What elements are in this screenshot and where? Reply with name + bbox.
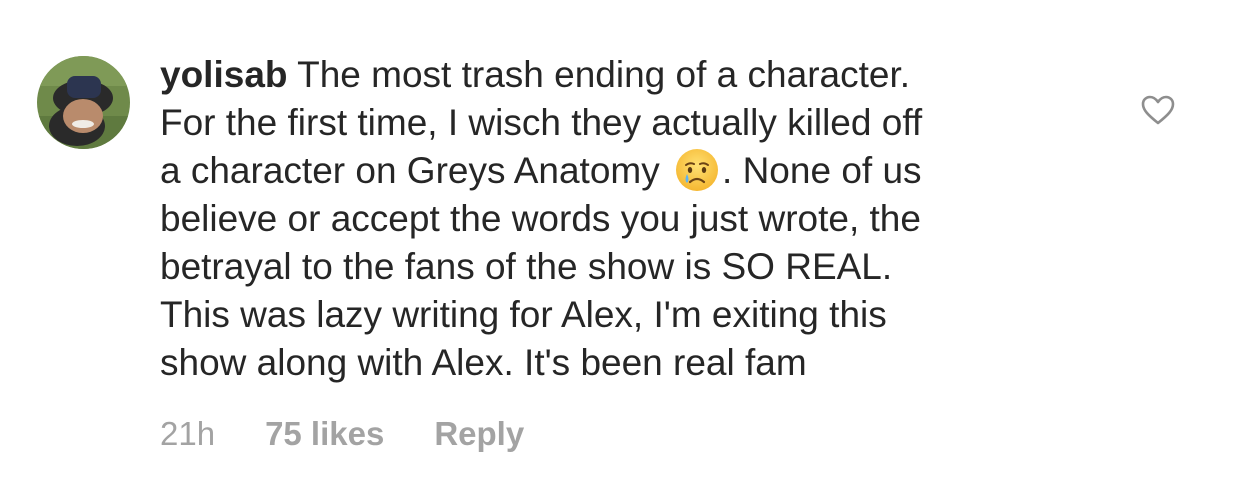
likes-count[interactable]: 75 likes [265,414,384,454]
comment-line: This was lazy writing for Alex, I'm exit… [160,294,887,335]
comment: yolisab The most trash ending of a chara… [0,0,1242,491]
avatar[interactable] [37,56,130,149]
crying-face-emoji [676,149,719,191]
comment-body: yolisab The most trash ending of a chara… [160,51,1090,387]
comment-line-text: The most trash ending of a character. [297,54,911,95]
comment-line: a character on Greys Anatomy . None of u… [160,147,1090,195]
comment-text: yolisab The most trash ending of a chara… [160,51,1090,387]
heart-outline-icon [1141,95,1175,125]
comment-line: yolisab The most trash ending of a chara… [160,51,1090,99]
comment-line: believe or accept the words you just wro… [160,198,921,239]
timestamp: 21h [160,415,216,452]
comment-line: show along with Alex. It's been real fam [160,342,807,383]
comment-meta: 21h 75 likes Reply [160,414,524,454]
comment-line: betrayal to the fans of the show is SO R… [160,246,893,287]
like-button[interactable] [1140,94,1176,126]
reply-button[interactable]: Reply [434,414,524,454]
comment-line-text: a character on Greys Anatomy [160,150,660,191]
comment-line-text: . None of us [722,150,922,191]
username[interactable]: yolisab [160,54,288,95]
comment-line: For the first time, I wisch they actuall… [160,102,923,143]
avatar-image [37,56,130,149]
